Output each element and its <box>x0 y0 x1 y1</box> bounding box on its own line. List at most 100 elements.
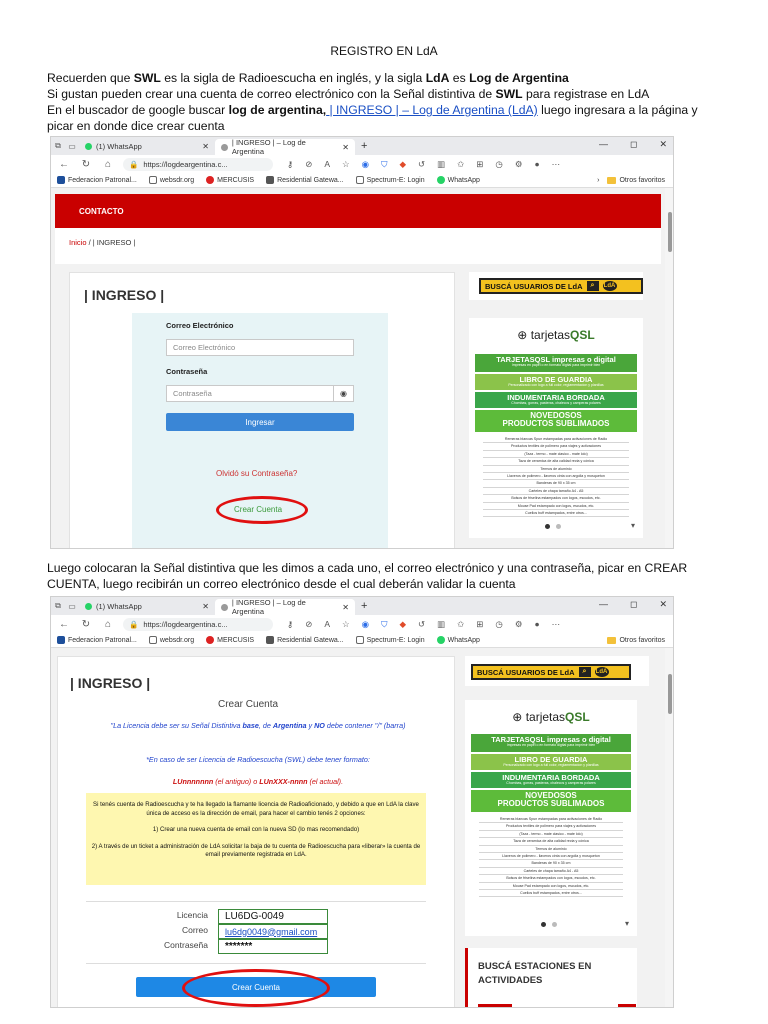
ingreso-link[interactable]: | INGRESO | – Log de Argentina (LdA) <box>326 103 537 117</box>
fav-websdr[interactable]: websdr.org <box>148 636 194 644</box>
profile-icon[interactable]: ● <box>534 619 539 630</box>
favorites-bar: Federacion Patronal... websdr.org MERCUS… <box>51 173 673 188</box>
settings-icon[interactable]: ⚙ <box>515 619 523 630</box>
chevron-down-icon[interactable]: ▾ <box>625 919 629 928</box>
reload-icon[interactable]: ↻ <box>79 159 93 170</box>
email-field[interactable]: Correo Electrónico <box>166 339 354 356</box>
tab-ingreso[interactable]: | INGRESO | – Log de Argentina ✕ <box>215 598 355 616</box>
fav-residential[interactable]: Residential Gatewa... <box>266 176 344 184</box>
extension-icon[interactable]: ◉ <box>362 159 369 170</box>
chevron-right-icon[interactable]: › <box>597 177 599 184</box>
workspaces-icon[interactable]: ⧉ <box>51 141 65 151</box>
password-field[interactable]: Contraseña ◉ <box>166 385 354 402</box>
workspaces-icon[interactable]: ⧉ <box>51 601 65 611</box>
home-icon[interactable]: ⌂ <box>101 619 115 630</box>
shield-icon[interactable]: ⛉ <box>381 159 387 170</box>
close-tab-icon[interactable]: ✕ <box>342 603 349 612</box>
refresh-ext-icon[interactable]: ↺ <box>418 159 425 170</box>
key-icon[interactable]: ⚷ <box>287 619 293 630</box>
split-icon[interactable]: ▥ <box>437 619 445 630</box>
carousel-dots[interactable] <box>545 524 561 529</box>
search-users-banner[interactable]: BUSCÁ USUARIOS DE LdA ⌕ LdA <box>471 664 631 680</box>
other-favorites[interactable]: Otros favoritos <box>607 176 665 184</box>
minimize-icon[interactable]: — <box>599 139 608 150</box>
email-field[interactable]: lu6dg0049@gmail.com <box>218 924 328 939</box>
fav-spectrum[interactable]: Spectrum-E: Login <box>355 176 425 184</box>
url-field[interactable]: 🔒 https://logdeargentina.c... <box>123 617 273 631</box>
tab-actions-icon[interactable]: ▭ <box>65 142 79 151</box>
home-icon[interactable]: ⌂ <box>101 159 115 170</box>
ad-tarjetasqsl[interactable]: ⊕ tarjetasQSL TARJETASQSL impresas o dig… <box>465 700 637 936</box>
alert-icon[interactable]: ◆ <box>399 159 406 170</box>
ad-stripe-novedosos: NOVEDOSOS PRODUCTOS SUBLIMADOS <box>471 790 631 812</box>
profile-icon[interactable]: ● <box>534 159 539 170</box>
chevron-down-icon[interactable]: ▾ <box>631 521 635 530</box>
star-icon[interactable]: ☆ <box>342 159 350 170</box>
nav-contact[interactable]: CONTACTO <box>79 207 124 216</box>
fav-mercusis[interactable]: MERCUSIS <box>206 176 254 184</box>
favorites-icon[interactable]: ✩ <box>457 619 464 630</box>
star-icon[interactable]: ☆ <box>342 619 350 630</box>
other-favorites[interactable]: Otros favoritos <box>607 636 665 644</box>
key-icon[interactable]: ⚷ <box>287 159 293 170</box>
shield-icon[interactable]: ⛉ <box>381 619 387 630</box>
restore-icon[interactable]: ◻ <box>630 139 637 150</box>
alert-icon[interactable]: ◆ <box>399 619 406 630</box>
minimize-icon[interactable]: — <box>599 599 608 610</box>
license-field[interactable]: LU6DG-0049 <box>218 909 328 924</box>
tab-whatsapp[interactable]: (1) WhatsApp ✕ <box>79 138 215 154</box>
fav-websdr[interactable]: websdr.org <box>148 176 194 184</box>
fav-residential[interactable]: Residential Gatewa... <box>266 636 344 644</box>
tab-ingreso[interactable]: | INGRESO | – Log de Argentina ✕ <box>215 138 355 156</box>
scrollbar[interactable] <box>665 188 673 548</box>
stations-widget[interactable]: BUSCÁ ESTACIONES EN ACTIVIDADES <box>465 948 637 1007</box>
breadcrumb-home[interactable]: Inicio <box>69 238 87 247</box>
fav-federacion[interactable]: Federacion Patronal... <box>57 636 137 644</box>
fav-mercusis[interactable]: MERCUSIS <box>206 636 254 644</box>
settings-icon[interactable]: ⚙ <box>515 159 523 170</box>
split-icon[interactable]: ▥ <box>437 159 445 170</box>
close-tab-icon[interactable]: ✕ <box>202 602 209 611</box>
history-icon[interactable]: ◷ <box>495 619 502 630</box>
more-icon[interactable]: ⋯ <box>552 159 561 170</box>
fav-whatsapp[interactable]: WhatsApp <box>436 636 480 644</box>
back-icon[interactable]: ← <box>57 619 71 630</box>
close-tab-icon[interactable]: ✕ <box>202 142 209 151</box>
fav-federacion[interactable]: Federacion Patronal... <box>57 176 137 184</box>
ad-stripe-libro: LIBRO DE GUARDIA Personalizado con logo a… <box>475 374 637 390</box>
login-button[interactable]: Ingresar <box>166 413 354 431</box>
collections-icon[interactable]: ⊞ <box>476 619 483 630</box>
lda-logo-icon: LdA <box>594 667 609 677</box>
forgot-password-link[interactable]: Olvidó su Contraseña? <box>216 469 297 478</box>
tab-whatsapp[interactable]: (1) WhatsApp ✕ <box>79 598 215 614</box>
eye-icon[interactable]: ◉ <box>333 386 353 401</box>
close-window-icon[interactable]: ✕ <box>659 139 667 150</box>
ad-tarjetasqsl[interactable]: ⊕ tarjetasQSL TARJETASQSL impresas o dig… <box>469 318 643 538</box>
close-tab-icon[interactable]: ✕ <box>342 143 349 152</box>
favorites-icon[interactable]: ✩ <box>457 159 464 170</box>
back-icon[interactable]: ← <box>57 159 71 170</box>
extension-icon[interactable]: ◉ <box>362 619 369 630</box>
eye-off-icon[interactable]: ⊘ <box>305 619 312 630</box>
scrollbar[interactable] <box>665 648 673 1007</box>
tab-actions-icon[interactable]: ▭ <box>65 602 79 611</box>
search-users-banner[interactable]: BUSCÁ USUARIOS DE LdA ⌕ LdA <box>479 278 643 294</box>
fav-spectrum[interactable]: Spectrum-E: Login <box>355 636 425 644</box>
new-tab-icon[interactable]: + <box>355 600 373 612</box>
more-icon[interactable]: ⋯ <box>552 619 561 630</box>
carousel-dots[interactable] <box>541 922 557 927</box>
url-field[interactable]: 🔒 https://logdeargentina.c... <box>123 157 273 171</box>
reload-icon[interactable]: ↻ <box>79 619 93 630</box>
login-form: Correo Electrónico Correo Electrónico Co… <box>132 313 388 548</box>
read-aloud-icon[interactable]: A <box>324 619 330 630</box>
refresh-ext-icon[interactable]: ↺ <box>418 619 425 630</box>
read-aloud-icon[interactable]: A <box>324 159 330 170</box>
history-icon[interactable]: ◷ <box>495 159 502 170</box>
collections-icon[interactable]: ⊞ <box>476 159 483 170</box>
restore-icon[interactable]: ◻ <box>630 599 637 610</box>
close-window-icon[interactable]: ✕ <box>659 599 667 610</box>
fav-whatsapp[interactable]: WhatsApp <box>436 176 480 184</box>
new-tab-icon[interactable]: + <box>355 140 373 152</box>
eye-off-icon[interactable]: ⊘ <box>305 159 312 170</box>
password-field[interactable]: ******* <box>218 939 328 954</box>
